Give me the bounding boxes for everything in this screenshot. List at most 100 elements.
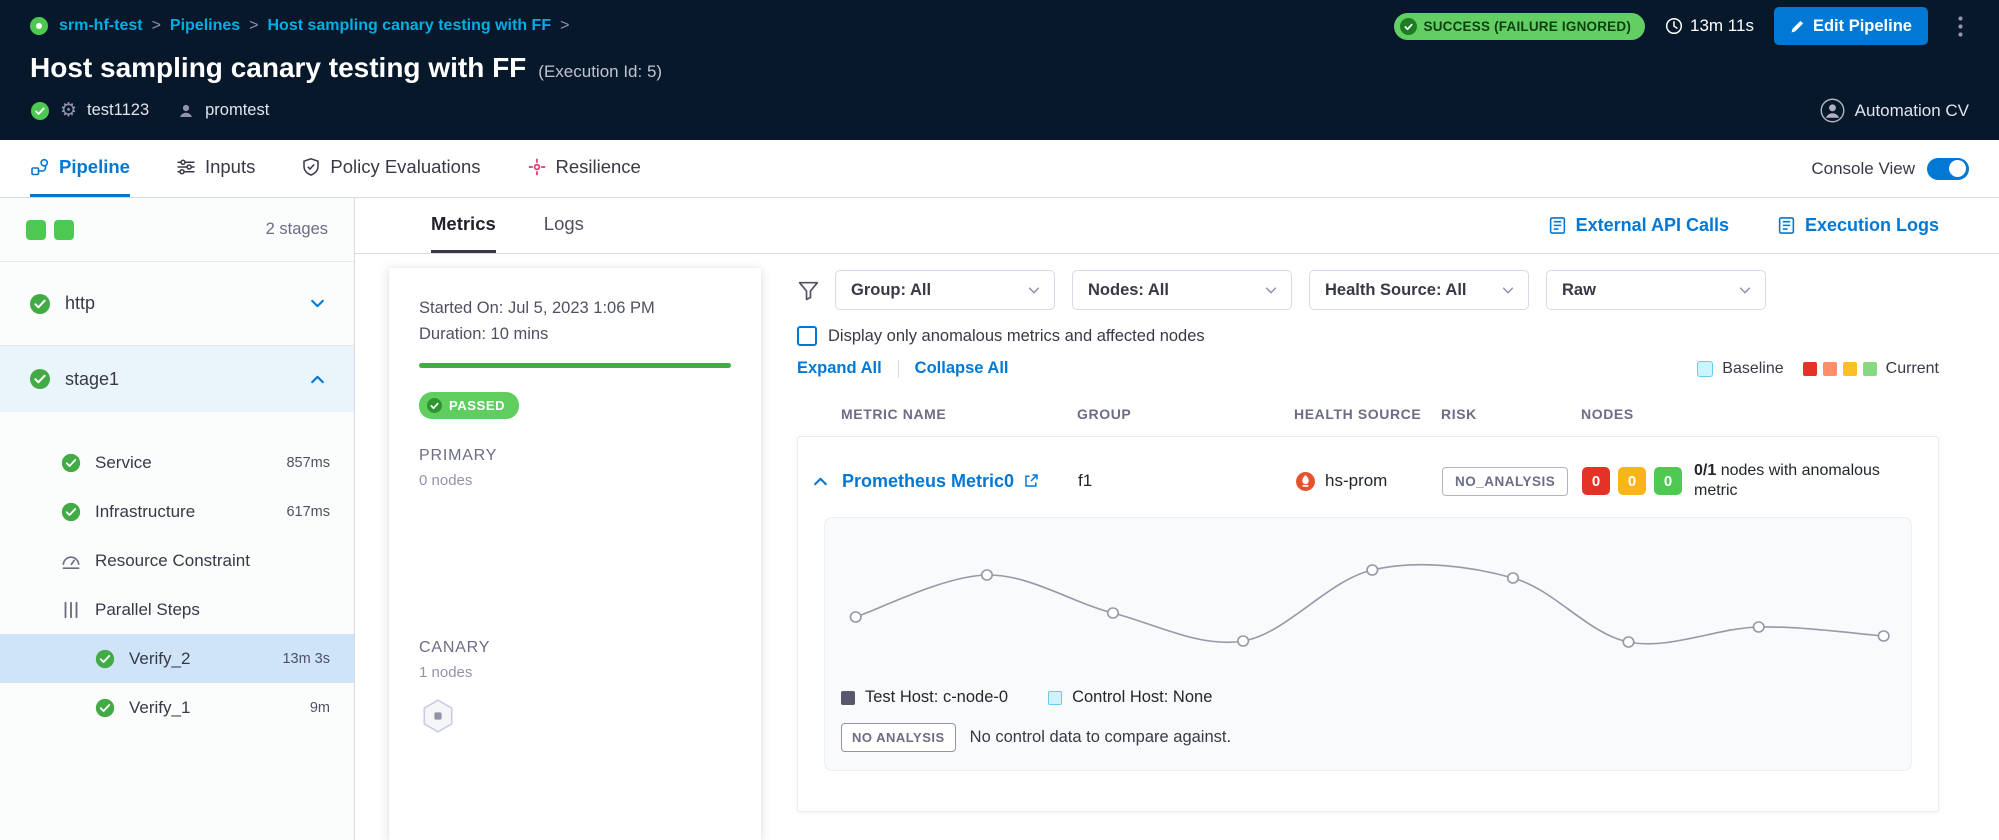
breadcrumb-separator: > [560, 17, 569, 35]
step-duration: 13m 3s [282, 651, 330, 667]
step-item-infrastructure[interactable]: Infrastructure 617ms [0, 487, 354, 536]
tab-resilience[interactable]: Resilience [527, 140, 641, 197]
environment-tag[interactable]: promtest [205, 101, 269, 120]
step-label: Resource Constraint [95, 551, 250, 571]
expand-all-link[interactable]: Expand All [797, 359, 882, 378]
edit-pipeline-label: Edit Pipeline [1813, 17, 1912, 36]
breadcrumb-project-link[interactable]: srm-hf-test [59, 17, 143, 35]
nodes-filter-value: Nodes: All [1088, 281, 1169, 300]
tab-inputs[interactable]: Inputs [176, 140, 255, 197]
step-label: Service [95, 453, 152, 473]
service-status-icon [30, 101, 50, 121]
prometheus-icon [1295, 471, 1316, 492]
breadcrumb-pipeline-link[interactable]: Host sampling canary testing with FF [268, 17, 552, 35]
step-item-service[interactable]: Service 857ms [0, 438, 354, 487]
check-icon [427, 398, 442, 413]
test-host-label: Test Host: c-node-0 [865, 688, 1008, 707]
chevron-down-icon [1264, 283, 1278, 297]
divider [898, 360, 899, 378]
tab-pipeline-label: Pipeline [59, 156, 130, 178]
verification-duration: Duration: 10 mins [419, 322, 731, 348]
breadcrumb-pipelines-link[interactable]: Pipelines [170, 17, 240, 35]
tab-policy-label: Policy Evaluations [330, 156, 480, 178]
stage-stage1-label: stage1 [65, 369, 119, 390]
gear-icon: ⚙ [60, 101, 77, 120]
stage-item-http[interactable]: http [0, 262, 354, 346]
nodes-filter-select[interactable]: Nodes: All [1072, 270, 1292, 310]
step-item-resource-constraint[interactable]: Resource Constraint [0, 536, 354, 585]
stage-count: 2 stages [266, 220, 328, 239]
primary-label: PRIMARY [419, 447, 731, 465]
tab-resilience-label: Resilience [556, 156, 641, 178]
expand-collapse-row: Expand All Collapse All Baseline Current [797, 359, 1939, 378]
elapsed-time: 13m 11s [1665, 16, 1754, 36]
step-duration: 9m [310, 700, 330, 716]
col-nodes: NODES [1581, 406, 1939, 422]
view-mode-select[interactable]: Raw [1546, 270, 1766, 310]
more-options-icon[interactable] [1952, 12, 1969, 41]
anomalous-checkbox[interactable] [797, 326, 817, 346]
filter-funnel-icon[interactable] [797, 279, 820, 302]
chevron-down-icon[interactable] [309, 295, 326, 312]
tab-policy-evaluations[interactable]: Policy Evaluations [301, 140, 480, 197]
stage-http-label: http [65, 293, 95, 314]
metric-row: Prometheus Metric0 f1 hs-prom NO_ANALYSI… [798, 437, 1938, 515]
tab-metrics[interactable]: Metrics [431, 198, 496, 253]
step-label: Verify_2 [129, 649, 190, 669]
control-host-legend: Control Host: None [1048, 688, 1212, 707]
resource-constraint-icon [60, 550, 82, 572]
metric-name-link[interactable]: Prometheus Metric0 [842, 471, 1078, 492]
health-source-filter-select[interactable]: Health Source: All [1309, 270, 1529, 310]
tab-pipeline[interactable]: Pipeline [30, 140, 130, 197]
primary-node-count: 0 nodes [419, 472, 731, 489]
nodes-cell: 0 0 0 0/1 nodes with anomalous metric [1582, 461, 1938, 501]
chevron-up-icon[interactable] [309, 371, 326, 388]
resilience-icon [527, 157, 547, 177]
stages-summary: 2 stages [0, 198, 354, 262]
passed-badge-label: PASSED [449, 398, 505, 413]
health-source-cell: hs-prom [1295, 471, 1442, 492]
chevron-down-icon [1738, 283, 1752, 297]
canary-node-count: 1 nodes [419, 664, 731, 681]
collapse-all-link[interactable]: Collapse All [915, 359, 1009, 378]
canary-node-hexagon[interactable] [419, 697, 731, 735]
risk-orange-swatch [1823, 362, 1837, 376]
current-legend-label: Current [1886, 360, 1939, 378]
edit-pipeline-button[interactable]: Edit Pipeline [1774, 7, 1928, 45]
healthy-node-count-badge: 0 [1654, 467, 1682, 495]
external-link-icon [1023, 473, 1039, 489]
breadcrumb-separator: > [152, 17, 161, 35]
execution-logs-link[interactable]: Execution Logs [1777, 215, 1939, 236]
step-item-verify-1[interactable]: Verify_1 9m [0, 683, 354, 732]
environment-icon [177, 102, 195, 120]
sliders-icon [176, 157, 196, 177]
app-window: srm-hf-test > Pipelines > Host sampling … [0, 0, 1999, 840]
step-item-parallel-steps[interactable]: Parallel Steps [0, 585, 354, 634]
collapse-metric-chevron-icon[interactable] [798, 473, 842, 490]
health-source-label: hs-prom [1325, 471, 1387, 491]
tab-metrics-label: Metrics [431, 213, 496, 235]
canary-label: CANARY [419, 639, 731, 657]
external-api-calls-label: External API Calls [1576, 215, 1729, 236]
execution-logs-label: Execution Logs [1805, 215, 1939, 236]
success-check-icon [28, 292, 52, 316]
breadcrumb-separator: > [249, 17, 258, 35]
stage-item-stage1[interactable]: stage1 [0, 346, 354, 412]
console-view-toggle[interactable] [1927, 158, 1969, 180]
group-filter-select[interactable]: Group: All [835, 270, 1055, 310]
risk-yellow-swatch [1843, 362, 1857, 376]
elapsed-time-label: 13m 11s [1690, 16, 1754, 36]
parallel-steps-icon [60, 599, 82, 621]
tab-logs-label: Logs [544, 213, 584, 235]
step-item-verify-2[interactable]: Verify_2 13m 3s [0, 634, 354, 683]
metrics-table-header: METRIC NAME GROUP HEALTH SOURCE RISK NOD… [797, 406, 1939, 422]
external-api-calls-link[interactable]: External API Calls [1548, 215, 1729, 236]
pipeline-icon [30, 157, 50, 177]
anomalous-node-count-badge: 0 [1582, 467, 1610, 495]
api-doc-icon [1548, 216, 1567, 235]
success-check-icon [28, 367, 52, 391]
tab-logs[interactable]: Logs [544, 198, 584, 253]
group-filter-value: Group: All [851, 281, 931, 300]
service-tag[interactable]: test1123 [87, 101, 149, 120]
step-list: Service 857ms Infrastructure 617ms Resou… [0, 412, 354, 732]
